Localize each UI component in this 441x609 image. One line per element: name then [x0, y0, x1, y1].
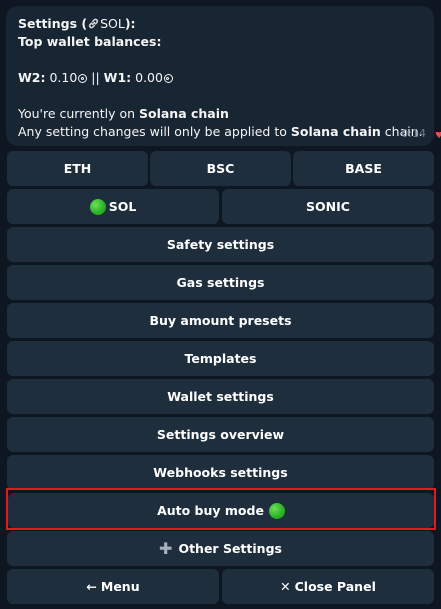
other-settings-button[interactable]: ✚ Other Settings	[7, 531, 434, 566]
sonic-button[interactable]: SONIC	[222, 189, 434, 224]
settings-title: Settings ( SOL):	[18, 15, 422, 33]
sonic-button-label: SONIC	[306, 199, 350, 214]
left-arrow-icon: ←	[86, 579, 97, 594]
webhooks-settings-label: Webhooks settings	[153, 465, 288, 480]
buy-amount-presets-button[interactable]: Buy amount presets	[7, 303, 434, 338]
bsc-button-label: BSC	[206, 161, 235, 176]
coin-icon	[78, 74, 88, 83]
sol-button[interactable]: SOL	[7, 189, 219, 224]
green-circle-icon	[268, 502, 285, 519]
menu-button-label: Menu	[100, 579, 140, 594]
sol-button-label: SOL	[108, 199, 137, 214]
auto-buy-mode-button[interactable]: Auto buy mode	[8, 493, 434, 528]
plus-icon: ✚	[159, 538, 173, 558]
w1-label: W1:	[103, 70, 132, 85]
buy-amount-presets-label: Buy amount presets	[149, 313, 292, 328]
templates-label: Templates	[184, 351, 257, 366]
settings-overview-button[interactable]: Settings overview	[7, 417, 434, 452]
bsc-button[interactable]: BSC	[150, 151, 291, 186]
base-button[interactable]: BASE	[293, 151, 434, 186]
title-end: ):	[124, 16, 136, 31]
close-panel-label: Close Panel	[294, 579, 376, 594]
telegram-chat-view: Settings ( SOL): Top wallet balances: W2:…	[0, 0, 441, 609]
settings-overview-label: Settings overview	[156, 427, 285, 442]
apply-chain-line: Any setting changes will only be applied…	[18, 123, 423, 141]
eth-button-label: ETH	[63, 161, 92, 176]
gas-settings-label: Gas settings	[176, 275, 265, 290]
message-timestamp: 0:14	[401, 127, 426, 140]
gas-settings-button[interactable]: Gas settings	[7, 265, 434, 300]
wallet-settings-label: Wallet settings	[167, 389, 274, 404]
close-panel-button[interactable]: ✕ Close Panel	[222, 569, 434, 604]
w2-label: W2:	[18, 70, 46, 85]
current-chain-line: You're currently on Solana chain	[18, 105, 422, 123]
apply-chain-name: Solana chain	[290, 124, 381, 139]
apply-line-prefix: Any setting changes will only be applied…	[18, 124, 291, 139]
w2-value: 0.10	[45, 70, 78, 85]
coin-icon	[163, 74, 173, 83]
menu-button[interactable]: ← Menu	[7, 569, 219, 604]
link-icon	[87, 16, 100, 31]
safety-settings-label: Safety settings	[166, 237, 275, 252]
eth-button[interactable]: ETH	[7, 151, 148, 186]
base-button-label: BASE	[345, 161, 382, 176]
heart-reaction-icon: ♥	[435, 132, 441, 140]
other-settings-label: Other Settings	[178, 541, 282, 556]
wallet-balances-line: W2: 0.10 || W1: 0.00	[18, 69, 422, 87]
wallet-settings-button[interactable]: Wallet settings	[7, 379, 434, 414]
title-label: Settings (	[18, 16, 88, 31]
safety-settings-button[interactable]: Safety settings	[7, 227, 434, 262]
green-circle-icon	[89, 198, 106, 215]
templates-button[interactable]: Templates	[7, 341, 434, 376]
webhooks-settings-button[interactable]: Webhooks settings	[7, 455, 434, 490]
x-icon: ✕	[280, 579, 291, 594]
title-chain: SOL	[100, 16, 125, 31]
current-chain-name: Solana chain	[139, 106, 229, 121]
chain-line-prefix: You're currently on	[18, 106, 139, 121]
balances-heading: Top wallet balances:	[18, 34, 162, 49]
w1-value: 0.00	[131, 70, 163, 85]
bot-message-bubble: Settings ( SOL): Top wallet balances: W2:…	[6, 6, 434, 146]
balance-separator: ||	[87, 70, 104, 85]
auto-buy-mode-label: Auto buy mode	[157, 503, 264, 518]
